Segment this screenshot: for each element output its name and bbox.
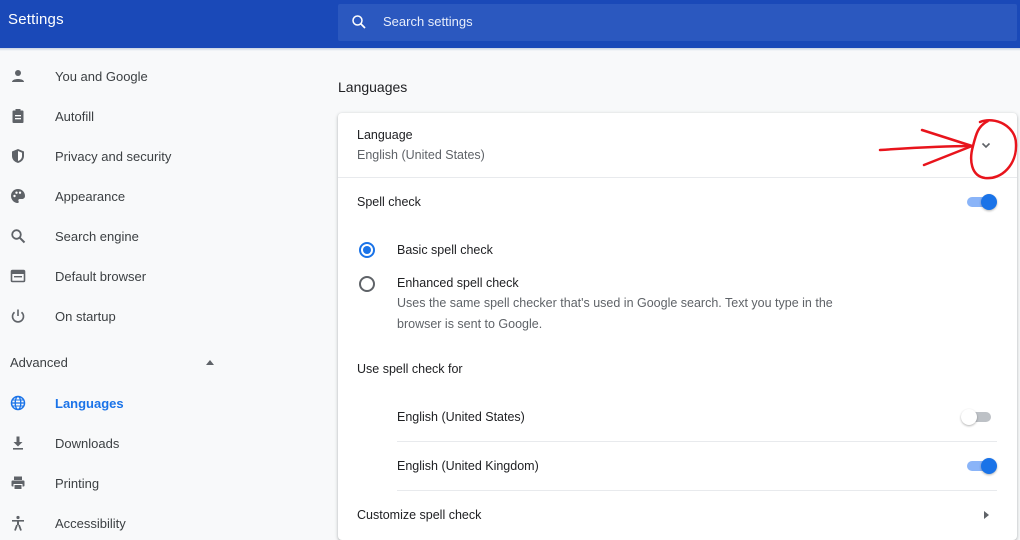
globe-icon [10, 395, 26, 411]
sidebar-item-label: On startup [55, 308, 116, 324]
sidebar-item-label: Accessibility [55, 515, 126, 531]
search-box[interactable]: Search settings [338, 4, 1017, 41]
sidebar-item-label: Languages [55, 395, 124, 411]
language-label: Language [357, 128, 413, 142]
sidebar-item-on-startup[interactable]: On startup [0, 298, 260, 334]
power-icon [11, 309, 25, 323]
download-icon [13, 436, 23, 450]
caret-up-icon [206, 360, 214, 365]
customize-spell-check-link[interactable]: Customize spell check [357, 508, 481, 522]
basic-spell-check-radio[interactable] [359, 242, 375, 258]
toggle-knob [981, 194, 997, 210]
divider [397, 441, 997, 442]
sidebar: You and Google Autofill Privacy and secu… [0, 52, 300, 540]
sidebar-item-search-engine[interactable]: Search engine [0, 218, 260, 254]
sidebar-item-accessibility[interactable]: Accessibility [0, 505, 260, 540]
browser-icon [10, 269, 26, 283]
sidebar-item-you-and-google[interactable]: You and Google [0, 58, 260, 94]
red-annotation-arrow-circle [878, 119, 1018, 180]
sidebar-item-label: Downloads [55, 435, 120, 451]
sidebar-item-default-browser[interactable]: Default browser [0, 258, 260, 294]
clipboard-icon [12, 109, 24, 123]
language-value: English (United States) [357, 148, 485, 162]
page-title: Languages [338, 79, 408, 95]
sidebar-item-label: Autofill [55, 108, 95, 124]
search-icon [11, 229, 26, 244]
sidebar-item-label: Printing [55, 475, 100, 491]
sidebar-item-label: Privacy and security [55, 148, 172, 164]
enhanced-spell-check-radio[interactable] [359, 276, 375, 292]
accessibility-icon [12, 515, 24, 531]
printer-icon [11, 476, 25, 490]
spell-check-toggle[interactable] [965, 194, 997, 210]
enhanced-spell-check-desc: Uses the same spell checker that's used … [397, 296, 833, 310]
spell-check-label: Spell check [357, 195, 421, 209]
sidebar-item-printing[interactable]: Printing [0, 465, 260, 501]
language-item-label: English (United Kingdom) [397, 459, 539, 473]
sidebar-item-privacy[interactable]: Privacy and security [0, 138, 260, 174]
advanced-label: Advanced [10, 355, 68, 370]
use-spell-check-for-label: Use spell check for [357, 362, 463, 376]
sidebar-item-label: Appearance [55, 188, 126, 204]
chevron-right-icon [984, 511, 989, 519]
toggle-knob [981, 458, 997, 474]
english-uk-spell-toggle[interactable] [965, 458, 997, 474]
divider [397, 490, 997, 491]
toggle-knob [961, 409, 977, 425]
sidebar-item-downloads[interactable]: Downloads [0, 425, 260, 461]
basic-spell-check-label: Basic spell check [397, 243, 493, 257]
palette-icon [11, 189, 25, 203]
english-us-spell-toggle[interactable] [961, 409, 993, 425]
search-icon [352, 15, 366, 29]
language-item-label: English (United States) [397, 410, 525, 424]
enhanced-spell-check-label: Enhanced spell check [397, 276, 519, 290]
shield-icon [12, 149, 24, 163]
sidebar-item-label: Search engine [55, 228, 139, 244]
sidebar-item-label: Default browser [55, 268, 147, 284]
advanced-toggle[interactable]: Advanced [0, 349, 230, 377]
sidebar-item-label: You and Google [55, 68, 148, 84]
person-icon [12, 70, 24, 82]
sidebar-item-appearance[interactable]: Appearance [0, 178, 260, 214]
sidebar-item-autofill[interactable]: Autofill [0, 98, 260, 134]
app-title: Settings [8, 11, 64, 28]
search-input[interactable]: Search settings [383, 14, 473, 29]
header-shadow [0, 48, 1020, 51]
sidebar-item-languages[interactable]: Languages [0, 385, 260, 421]
top-bar: Settings Search settings [0, 0, 1020, 48]
enhanced-spell-check-desc-2: browser is sent to Google. [397, 317, 543, 331]
